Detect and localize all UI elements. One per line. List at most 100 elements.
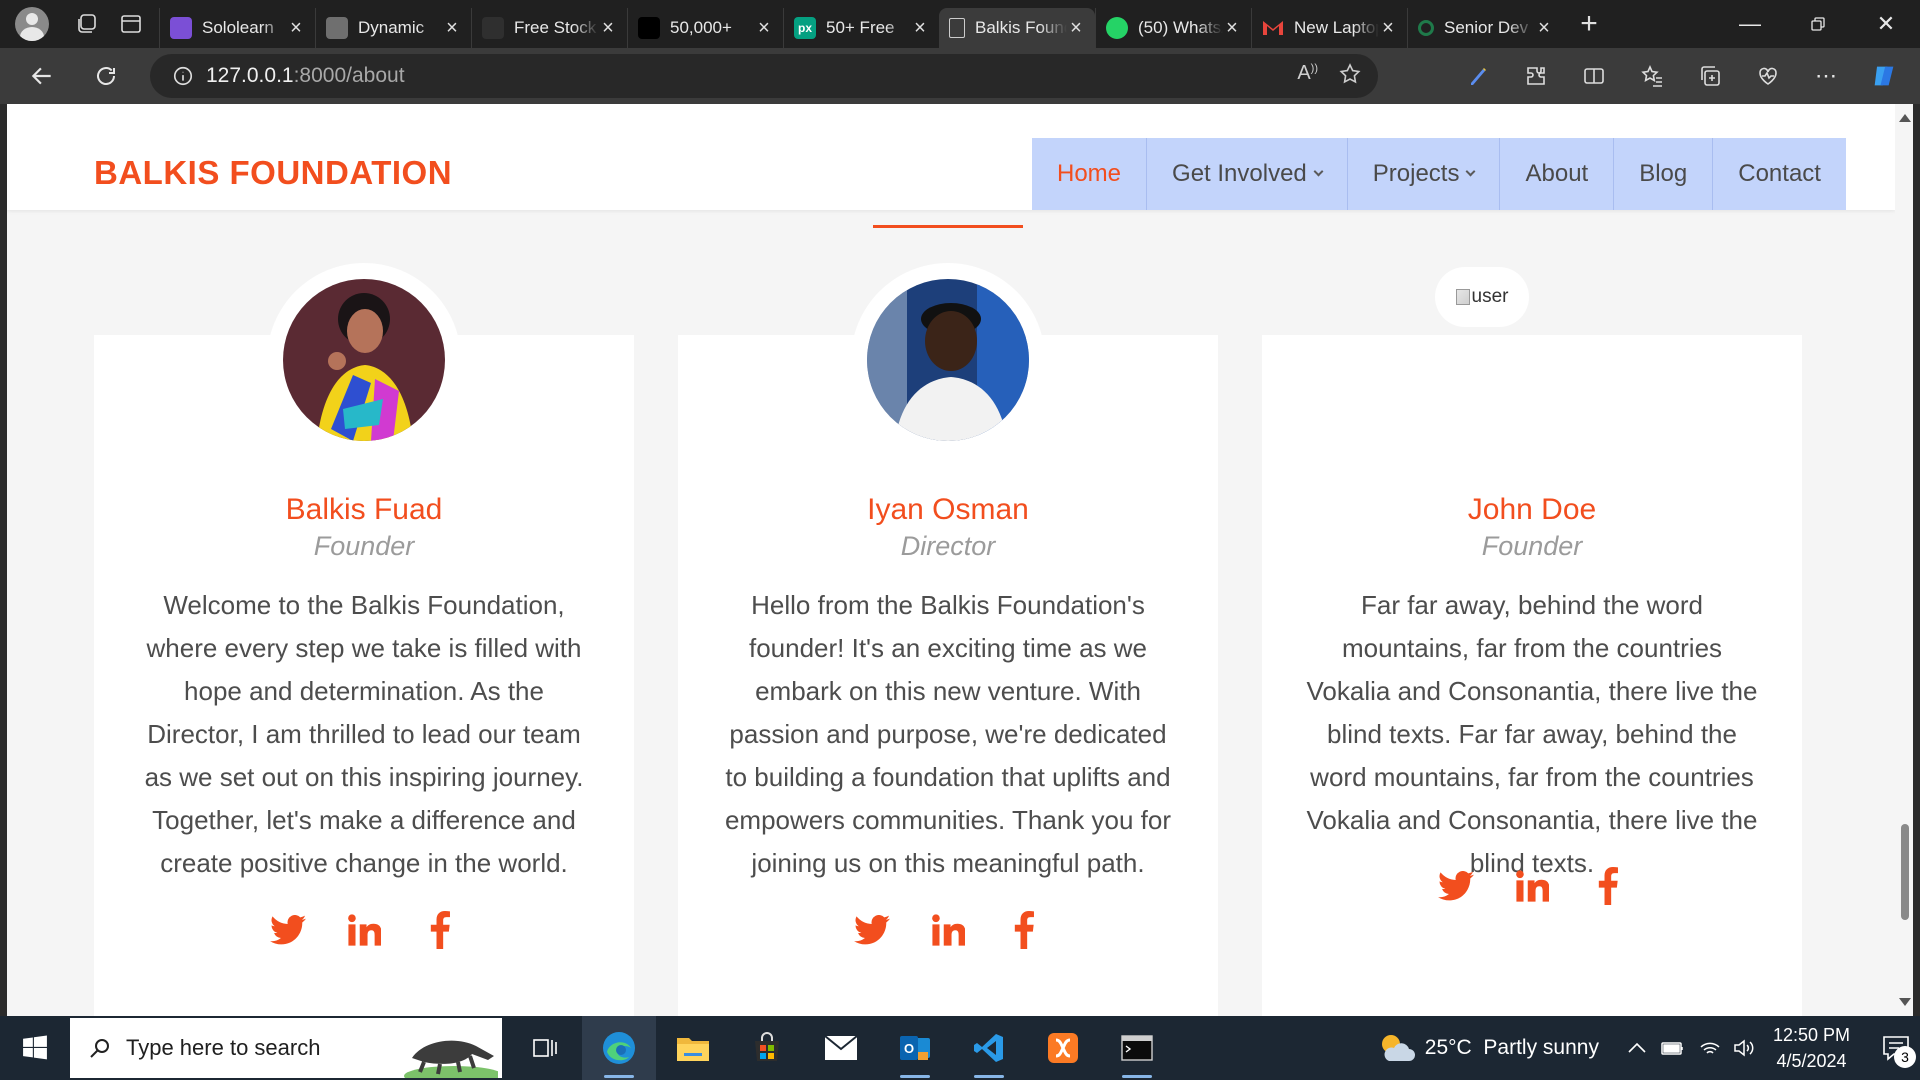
taskbar-clock[interactable]: 12:50 PM 4/5/2024: [1773, 1022, 1850, 1074]
chatgpt-icon: [326, 17, 348, 39]
task-view-icon[interactable]: [508, 1016, 582, 1080]
file-explorer-icon[interactable]: [656, 1016, 730, 1080]
facebook-icon[interactable]: [1589, 867, 1627, 905]
outlook-icon[interactable]: O: [878, 1016, 952, 1080]
clock-date: 4/5/2024: [1776, 1051, 1847, 1071]
browser-tab[interactable]: px 50+ Free ×: [783, 8, 939, 48]
linkedin-icon[interactable]: [345, 911, 383, 949]
nav-item-home[interactable]: Home: [1032, 138, 1146, 210]
vscode-icon[interactable]: [952, 1016, 1026, 1080]
back-button[interactable]: [20, 54, 64, 98]
clock-time: 12:50 PM: [1772, 1025, 1850, 1045]
url-path: :8000/about: [293, 64, 405, 87]
taskbar-search-box[interactable]: Type here to search: [70, 1018, 502, 1078]
page-scrollbar[interactable]: [1895, 104, 1913, 1016]
browser-tab[interactable]: Senior Dev ×: [1407, 8, 1563, 48]
settings-more-icon[interactable]: ⋯: [1804, 54, 1848, 98]
site-info-icon[interactable]: [172, 65, 194, 87]
browser-tab[interactable]: Balkis Foundation×: [939, 8, 1095, 48]
social-links: [94, 911, 634, 949]
split-screen-icon[interactable]: [1572, 54, 1616, 98]
weather-widget[interactable]: 25°C Partly sunny: [1377, 1031, 1599, 1065]
member-role: Director: [900, 531, 996, 561]
member-role: Founder: [1481, 531, 1583, 561]
refresh-button[interactable]: [84, 54, 128, 98]
chevron-down-icon: [1313, 166, 1324, 177]
tab-title: Free Stock: [514, 18, 597, 37]
system-tray: 25°C Partly sunny 12:50 PM 4/5/2024 3: [1377, 1016, 1920, 1080]
close-window-button[interactable]: ✕: [1852, 0, 1920, 48]
edge-taskbar-icon[interactable]: [582, 1016, 656, 1080]
collections-icon[interactable]: [1688, 54, 1732, 98]
battery-icon[interactable]: [1661, 1040, 1685, 1056]
scroll-down-arrow[interactable]: [1899, 998, 1911, 1006]
notification-center-icon[interactable]: 3: [1872, 1016, 1920, 1080]
read-aloud-icon[interactable]: A)): [1297, 62, 1318, 91]
show-hidden-icons-chevron-icon[interactable]: [1627, 1042, 1647, 1054]
avatar-alt-text: user: [1471, 286, 1509, 307]
scroll-up-arrow[interactable]: [1899, 114, 1911, 122]
tab-close-icon[interactable]: ×: [911, 17, 929, 40]
minimize-button[interactable]: —: [1716, 0, 1784, 48]
browser-tab[interactable]: Dynamic ×: [315, 8, 471, 48]
nav-item-projects[interactable]: Projects: [1346, 138, 1500, 210]
start-button[interactable]: [0, 1016, 70, 1080]
page-icon: [949, 18, 965, 38]
linkedin-icon[interactable]: [929, 911, 967, 949]
browser-tab[interactable]: New Laptop ×: [1251, 8, 1407, 48]
microsoft-store-icon[interactable]: [730, 1016, 804, 1080]
restore-button[interactable]: [1784, 0, 1852, 48]
member-name: Balkis Fuad: [285, 493, 443, 526]
search-highlight-illustration: [394, 1022, 502, 1078]
extension-pen-icon[interactable]: [1456, 54, 1500, 98]
team-card: user John Doe Founder Far far away, behi…: [1262, 267, 1802, 1016]
workspaces-icon[interactable]: [67, 4, 107, 44]
address-bar[interactable]: 127.0.0.1:8000/about A)): [150, 54, 1378, 98]
favorite-star-icon[interactable]: [1338, 62, 1362, 91]
nav-item-about[interactable]: About: [1499, 138, 1613, 210]
xampp-icon[interactable]: [1026, 1016, 1100, 1080]
tab-title: Dynamic: [358, 18, 425, 37]
nav-item-blog[interactable]: Blog: [1613, 138, 1712, 210]
tab-actions-icon[interactable]: [111, 4, 151, 44]
tab-close-icon[interactable]: ×: [755, 17, 773, 40]
scrollbar-thumb[interactable]: [1901, 824, 1909, 920]
favorites-icon[interactable]: [1630, 54, 1674, 98]
tab-close-icon[interactable]: ×: [1067, 17, 1085, 40]
svg-text:O: O: [904, 1041, 914, 1056]
facebook-icon[interactable]: [421, 911, 459, 949]
url-text[interactable]: 127.0.0.1:8000/about: [206, 64, 405, 88]
twitter-icon[interactable]: [269, 911, 307, 949]
browser-tab[interactable]: Free Stock ×: [471, 8, 627, 48]
copilot-icon[interactable]: [1862, 54, 1906, 98]
nav-item-contact[interactable]: Contact: [1712, 138, 1846, 210]
tab-close-icon[interactable]: ×: [599, 17, 617, 40]
browser-essentials-icon[interactable]: [1746, 54, 1790, 98]
tab-close-icon[interactable]: ×: [287, 17, 305, 40]
twitter-icon[interactable]: [853, 911, 891, 949]
weather-text: 25°C Partly sunny: [1424, 1036, 1599, 1059]
nav-item-get-involved[interactable]: Get Involved: [1146, 138, 1347, 210]
member-bio: Hello from the Balkis Foundation's found…: [724, 590, 1172, 878]
wifi-icon[interactable]: [1699, 1039, 1721, 1057]
facebook-icon[interactable]: [1005, 911, 1043, 949]
browser-tab[interactable]: Sololearn ×: [159, 8, 315, 48]
volume-icon[interactable]: [1733, 1039, 1755, 1057]
profile-avatar-icon[interactable]: [15, 7, 49, 41]
extensions-icon[interactable]: [1514, 54, 1558, 98]
site-logo[interactable]: BALKIS FOUNDATION: [94, 154, 452, 192]
nav-item-label: About: [1525, 160, 1589, 187]
tab-close-icon[interactable]: ×: [1535, 17, 1553, 40]
member-bio: Welcome to the Balkis Foundation, where …: [144, 590, 584, 878]
linkedin-icon[interactable]: [1513, 867, 1551, 905]
url-host: 127.0.0.1: [206, 64, 294, 87]
tab-close-icon[interactable]: ×: [443, 17, 461, 40]
browser-tab[interactable]: (50) WhatsApp×: [1095, 8, 1251, 48]
tab-close-icon[interactable]: ×: [1379, 17, 1397, 40]
new-tab-button[interactable]: +: [1569, 4, 1609, 44]
mail-icon[interactable]: [804, 1016, 878, 1080]
twitter-icon[interactable]: [1437, 867, 1475, 905]
tab-close-icon[interactable]: ×: [1223, 17, 1241, 40]
browser-tab[interactable]: 50,000+ ×: [627, 8, 783, 48]
terminal-icon[interactable]: [1100, 1016, 1174, 1080]
